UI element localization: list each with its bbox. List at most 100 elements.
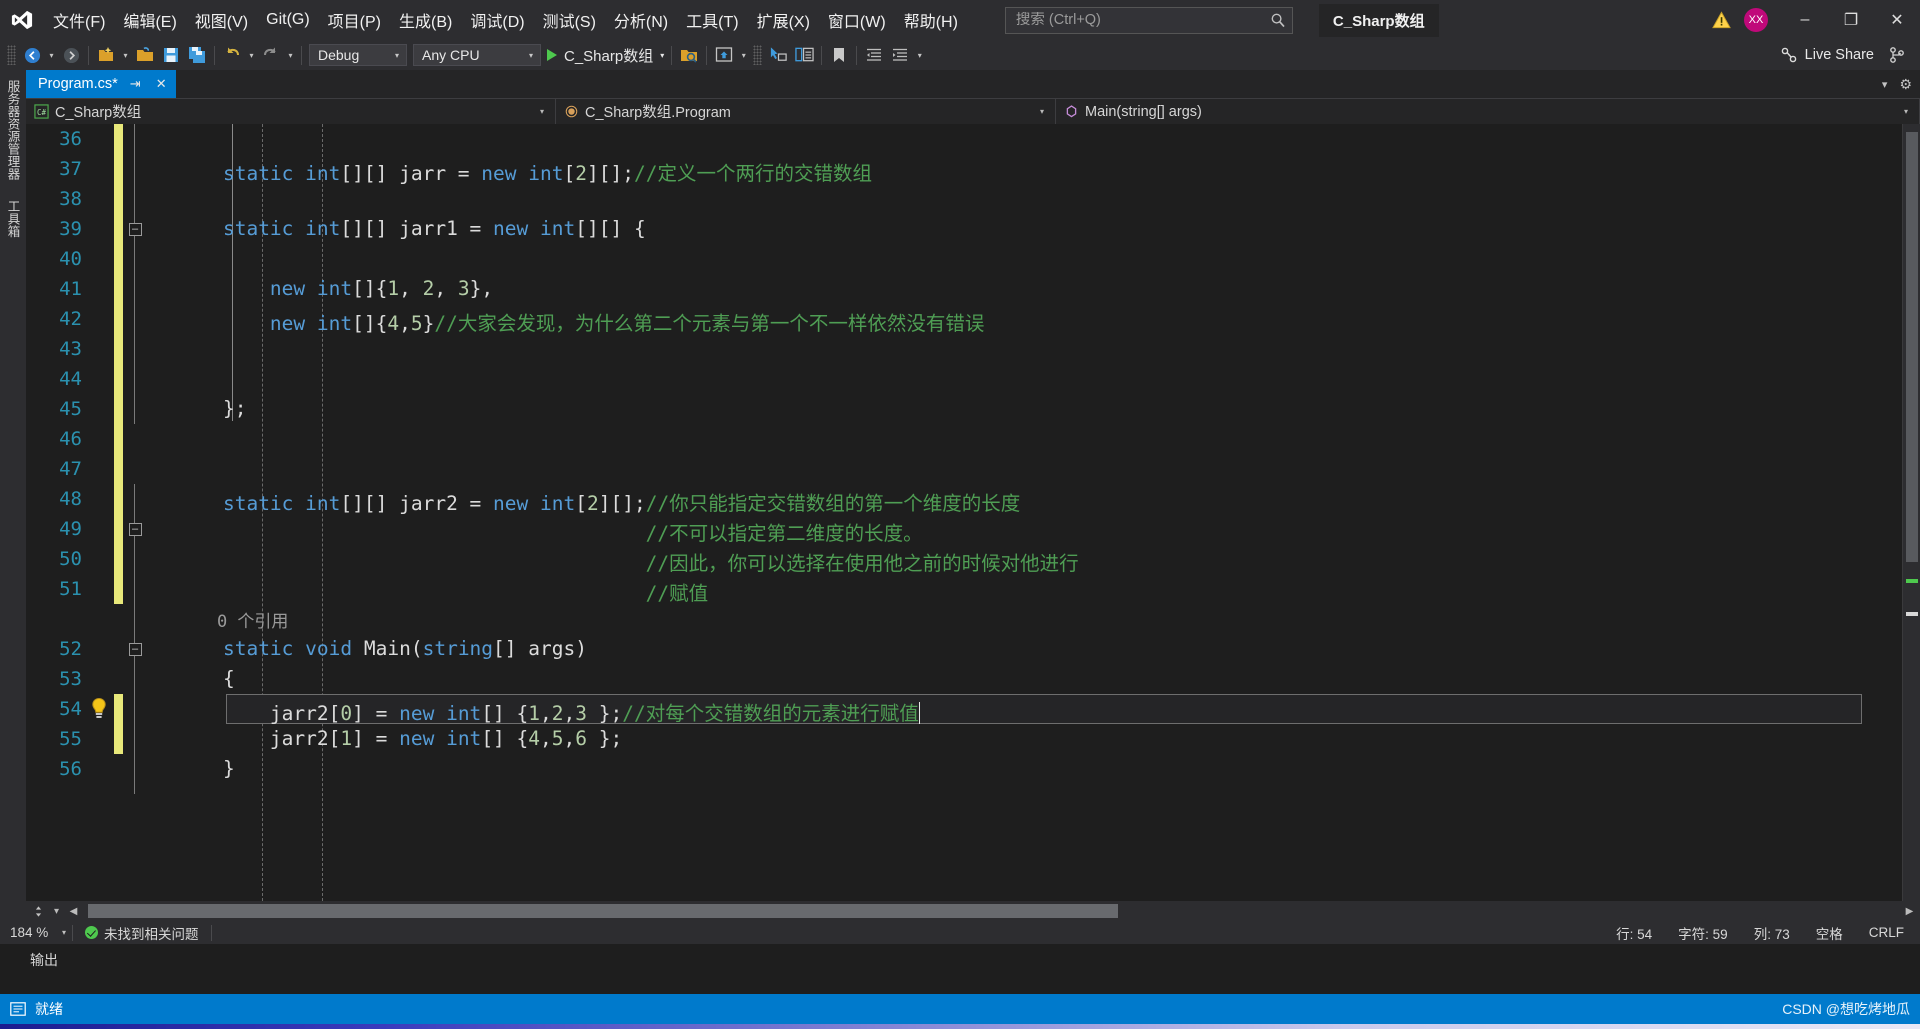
- redo-icon[interactable]: [258, 42, 284, 68]
- hscroll-right-icon[interactable]: ▶: [1901, 906, 1918, 917]
- menu-debug[interactable]: 调试(D): [461, 0, 533, 40]
- code-line[interactable]: //不可以指定第二维度的长度。: [166, 514, 1902, 545]
- codelens-reference-count[interactable]: 0 个引用: [176, 607, 288, 632]
- live-preview-dropdown-icon[interactable]: ▾: [737, 42, 750, 68]
- hscroll-track[interactable]: [82, 904, 1901, 918]
- horizontal-scroll-thumb[interactable]: [88, 904, 1118, 918]
- code-line[interactable]: static int[][] jarr1 = new int[][] {: [166, 214, 1902, 244]
- code-line[interactable]: [166, 124, 1902, 154]
- search-input[interactable]: [1015, 12, 1270, 28]
- tab-list-chevron-icon[interactable]: ▾: [1882, 78, 1888, 91]
- zoom-dropdown-icon[interactable]: ▾: [62, 928, 72, 937]
- fold-collapse-icon[interactable]: –: [128, 222, 142, 236]
- navbar-project-dropdown[interactable]: C# C_Sharp数组 ▾: [26, 99, 556, 124]
- close-button[interactable]: ✕: [1874, 0, 1920, 40]
- user-avatar[interactable]: XX: [1744, 8, 1768, 32]
- toolbar-grip[interactable]: [7, 45, 16, 65]
- menu-git[interactable]: Git(G): [257, 0, 319, 40]
- code-line[interactable]: [166, 184, 1902, 214]
- output-pane[interactable]: 输出: [0, 944, 1920, 994]
- zoom-level[interactable]: 184 %: [0, 925, 62, 940]
- chevron-down-icon[interactable]: ▾: [653, 51, 664, 60]
- vertical-scrollbar[interactable]: [1902, 124, 1920, 901]
- quick-search-box[interactable]: [1004, 6, 1293, 34]
- code-line[interactable]: [166, 424, 1902, 454]
- hscroll-left-icon[interactable]: ◀: [65, 906, 82, 917]
- close-icon[interactable]: ✕: [153, 76, 170, 92]
- chevron-down-icon[interactable]: ▾: [533, 107, 551, 116]
- save-all-icon[interactable]: [184, 42, 210, 68]
- indent-left-icon[interactable]: [861, 42, 887, 68]
- chevron-down-icon[interactable]: ▾: [390, 51, 404, 60]
- navigate-backward-dropdown-icon[interactable]: ▾: [45, 42, 58, 68]
- minimize-button[interactable]: –: [1782, 0, 1828, 40]
- status-spaces[interactable]: 空格: [1816, 923, 1843, 943]
- menu-edit[interactable]: 编辑(E): [114, 0, 185, 40]
- vertical-scroll-thumb[interactable]: [1906, 132, 1918, 562]
- split-view-icon[interactable]: [28, 905, 48, 918]
- chevron-down-icon[interactable]: ▾: [524, 51, 538, 60]
- solution-platform-combo[interactable]: Any CPU ▾: [413, 44, 541, 66]
- code-line[interactable]: static void Main(string[] args): [166, 634, 1902, 664]
- build-configuration-combo[interactable]: Debug ▾: [309, 44, 407, 66]
- select-element-icon[interactable]: [765, 42, 791, 68]
- navigate-forward-icon[interactable]: [58, 42, 84, 68]
- menu-test[interactable]: 测试(S): [534, 0, 605, 40]
- code-line[interactable]: static int[][] jarr = new int[2][];//定义一…: [166, 154, 1902, 185]
- new-project-icon[interactable]: [93, 42, 119, 68]
- open-file-icon[interactable]: [132, 42, 158, 68]
- toolbar-overflow-icon[interactable]: ▾: [913, 42, 926, 68]
- chevron-down-icon[interactable]: ▾: [1897, 107, 1915, 116]
- hscroll-dropdown-icon[interactable]: ▾: [48, 906, 65, 917]
- indent-right-icon[interactable]: [887, 42, 913, 68]
- start-debug-button[interactable]: C_Sharp数组 ▾: [544, 43, 667, 67]
- undo-dropdown-icon[interactable]: ▾: [245, 42, 258, 68]
- menu-tools[interactable]: 工具(T): [677, 0, 747, 40]
- code-text-surface[interactable]: static int[][] jarr = new int[2][];//定义一…: [166, 124, 1902, 901]
- outlining-margin[interactable]: –: [123, 522, 147, 536]
- code-line[interactable]: jarr2[1] = new int[] {4,5,6 };: [166, 724, 1902, 754]
- quick-actions-lightbulb-icon[interactable]: [84, 697, 114, 721]
- outlining-margin[interactable]: –: [123, 222, 147, 236]
- code-line[interactable]: new int[]{1, 2, 3},: [166, 274, 1902, 304]
- tab-program-cs[interactable]: Program.cs* ⇥ ✕: [26, 70, 176, 98]
- menu-build[interactable]: 生成(B): [390, 0, 461, 40]
- rail-toolbox[interactable]: 工具箱: [4, 200, 23, 238]
- code-line[interactable]: [166, 454, 1902, 484]
- new-project-dropdown-icon[interactable]: ▾: [119, 42, 132, 68]
- rail-server-explorer[interactable]: 服务器资源管理器: [4, 80, 23, 180]
- live-share-button[interactable]: Live Share: [1770, 46, 1884, 64]
- live-visual-tree-icon[interactable]: [791, 42, 817, 68]
- menu-window[interactable]: 窗口(W): [819, 0, 895, 40]
- outlining-margin[interactable]: –: [123, 642, 147, 656]
- code-line[interactable]: {: [166, 664, 1902, 694]
- pin-icon[interactable]: ⇥: [127, 76, 144, 92]
- fold-collapse-icon[interactable]: –: [128, 642, 142, 656]
- code-line[interactable]: [166, 334, 1902, 364]
- menu-analyze[interactable]: 分析(N): [605, 0, 677, 40]
- navigate-backward-icon[interactable]: [19, 42, 45, 68]
- status-eol[interactable]: CRLF: [1869, 925, 1904, 940]
- restore-button[interactable]: ❐: [1828, 0, 1874, 40]
- code-line[interactable]: jarr2[0] = new int[] {1,2,3 };//对每个交错数组的…: [166, 694, 1902, 725]
- code-editor[interactable]: 36 37 38 39 – 40 41 42 43 44 45 46 47 48 49 – 50 51 52 – 53 5…: [26, 124, 1920, 901]
- hot-reload-icon[interactable]: [676, 42, 702, 68]
- main-menu-bar[interactable]: 文件(F) 编辑(E) 视图(V) Git(G) 项目(P) 生成(B) 调试(…: [44, 0, 967, 40]
- toolbar-grip-2[interactable]: [753, 45, 763, 65]
- undo-icon[interactable]: [219, 42, 245, 68]
- live-preview-icon[interactable]: [711, 42, 737, 68]
- code-line[interactable]: //因此，你可以选择在使用他之前的时候对他进行: [166, 544, 1902, 575]
- menu-file[interactable]: 文件(F): [44, 0, 114, 40]
- code-line[interactable]: };: [166, 394, 1902, 424]
- fold-collapse-icon[interactable]: –: [128, 522, 142, 536]
- menu-help[interactable]: 帮助(H): [895, 0, 967, 40]
- navbar-type-dropdown[interactable]: C_Sharp数组.Program ▾: [556, 99, 1056, 124]
- codelens-row[interactable]: 0 个引用: [166, 604, 1902, 634]
- notification-warning-icon[interactable]: [1706, 11, 1736, 29]
- code-line[interactable]: }: [166, 754, 1902, 784]
- menu-extensions[interactable]: 扩展(X): [748, 0, 819, 40]
- code-line[interactable]: static int[][] jarr2 = new int[2][];//你只…: [166, 484, 1902, 515]
- source-control-icon[interactable]: [1884, 42, 1910, 68]
- horizontal-scrollbar[interactable]: ▾ ◀ ▶: [26, 901, 1920, 921]
- menu-view[interactable]: 视图(V): [186, 0, 257, 40]
